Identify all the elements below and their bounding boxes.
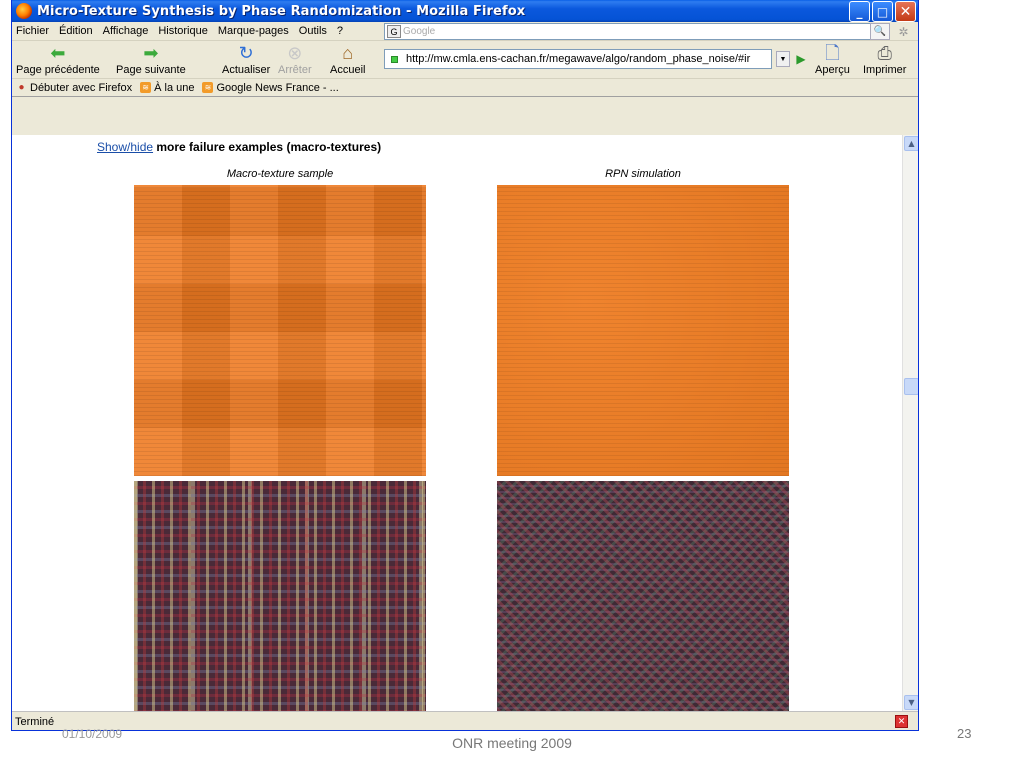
slide-footer-title: ONR meeting 2009: [452, 735, 572, 751]
print-label: Imprimer: [863, 64, 907, 76]
showhide-text: more failure examples (macro-textures): [153, 140, 382, 154]
print-preview-icon: 🗋: [825, 43, 840, 63]
stop-icon: ⊗: [287, 43, 303, 63]
showhide-link[interactable]: Show/hide: [97, 140, 153, 154]
bookmark-label: Google News France - ...: [216, 81, 339, 94]
search-input[interactable]: G Google: [384, 23, 872, 40]
rss-icon: ≋: [140, 82, 152, 93]
fabric-rpn-simulation-image: [497, 481, 789, 711]
security-status-icon[interactable]: ✕: [895, 715, 908, 728]
green-left-arrow-icon: ⬅: [50, 43, 66, 63]
scroll-up-icon[interactable]: ▲: [904, 136, 918, 151]
home-button[interactable]: ⌂ Accueil: [330, 43, 365, 76]
go-icon[interactable]: ▶: [793, 51, 809, 67]
status-bar: Terminé ✕: [12, 711, 918, 730]
window-controls: _ □ ✕: [849, 1, 916, 22]
url-dropdown-icon[interactable]: ▼: [776, 51, 790, 67]
menu-view[interactable]: Affichage: [103, 25, 149, 37]
bookmark-headlines[interactable]: ≋ À la une: [140, 82, 194, 94]
orange-macro-texture-image: [134, 185, 426, 476]
caption-macro-texture: Macro-texture sample: [226, 168, 334, 180]
home-icon: ⌂: [342, 43, 354, 63]
window-title: Micro-Texture Synthesis by Phase Randomi…: [37, 3, 526, 19]
scroll-thumb[interactable]: [904, 378, 918, 395]
site-identity-icon[interactable]: [391, 55, 398, 63]
url-bar[interactable]: http://mw.cmla.ens-cachan.fr/megawave/al…: [384, 49, 772, 69]
page-content: Show/hide more failure examples (macro-t…: [12, 135, 902, 711]
minimize-button[interactable]: _: [849, 1, 870, 22]
menu-bar: Fichier Édition Affichage Historique Mar…: [12, 22, 918, 41]
bookmark-label: À la une: [154, 81, 195, 94]
print-button[interactable]: ⎙ Imprimer: [863, 43, 906, 76]
bookmarks-toolbar: ● Débuter avec Firefox ≋ À la une ≋ Goog…: [12, 79, 918, 97]
firefox-bookmark-icon: ●: [18, 82, 25, 93]
print-preview-button[interactable]: 🗋 Aperçu: [815, 43, 850, 76]
slide: Micro-Texture Synthesis by Phase Randomi…: [0, 0, 1024, 768]
green-right-arrow-icon: ➡: [143, 43, 159, 63]
printer-icon: ⎙: [877, 43, 892, 63]
firefox-window: Micro-Texture Synthesis by Phase Randomi…: [11, 0, 919, 731]
back-button[interactable]: ⬅ Page précédente: [16, 43, 100, 76]
menu-edit[interactable]: Édition: [59, 25, 93, 37]
firefox-icon: [16, 3, 32, 19]
menu-file[interactable]: Fichier: [16, 25, 49, 37]
orange-rpn-simulation-image: [497, 185, 789, 476]
stop-button[interactable]: ⊗ Arrêter: [278, 43, 312, 76]
reload-label: Actualiser: [222, 64, 271, 76]
forward-label: Page suivante: [116, 64, 186, 76]
showhide-row: Show/hide more failure examples (macro-t…: [97, 140, 381, 154]
home-label: Accueil: [330, 64, 366, 76]
status-text: Terminé: [15, 715, 55, 728]
bookmark-getting-started[interactable]: ● Débuter avec Firefox: [16, 82, 132, 94]
search-go-icon[interactable]: 🔍: [870, 23, 890, 40]
reload-icon: ↻: [238, 43, 254, 63]
search-placeholder: Google: [403, 26, 436, 37]
stop-label: Arrêter: [278, 64, 312, 76]
menu-bookmarks[interactable]: Marque-pages: [218, 25, 289, 37]
navigation-toolbar: ⬅ Page précédente ➡ Page suivante ↻ Actu…: [12, 41, 918, 79]
maximize-button[interactable]: □: [872, 1, 893, 22]
vertical-scrollbar[interactable]: ▲ ▼: [902, 135, 918, 711]
caption-rpn-simulation: RPN simulation: [605, 168, 681, 180]
menu-tools[interactable]: Outils: [299, 25, 327, 37]
reload-button[interactable]: ↻ Actualiser: [222, 43, 270, 76]
rss-icon: ≋: [202, 82, 214, 93]
scroll-down-icon[interactable]: ▼: [904, 695, 918, 710]
search-engine-icon[interactable]: G: [387, 25, 401, 38]
forward-button[interactable]: ➡ Page suivante: [116, 43, 186, 76]
preview-label: Aperçu: [815, 64, 850, 76]
close-button[interactable]: ✕: [895, 1, 916, 22]
bookmark-google-news[interactable]: ≋ Google News France - ...: [202, 81, 339, 94]
url-text: http://mw.cmla.ens-cachan.fr/megawave/al…: [406, 53, 751, 65]
back-label: Page précédente: [16, 64, 100, 76]
menu-help[interactable]: ?: [337, 25, 343, 37]
menu-history[interactable]: Historique: [158, 25, 208, 37]
fabric-macro-texture-image: [134, 481, 426, 711]
throbber-icon: ✲: [898, 24, 909, 39]
title-bar[interactable]: Micro-Texture Synthesis by Phase Randomi…: [12, 0, 918, 22]
slide-page-number: 23: [957, 726, 972, 741]
bookmark-label: Débuter avec Firefox: [30, 81, 133, 94]
